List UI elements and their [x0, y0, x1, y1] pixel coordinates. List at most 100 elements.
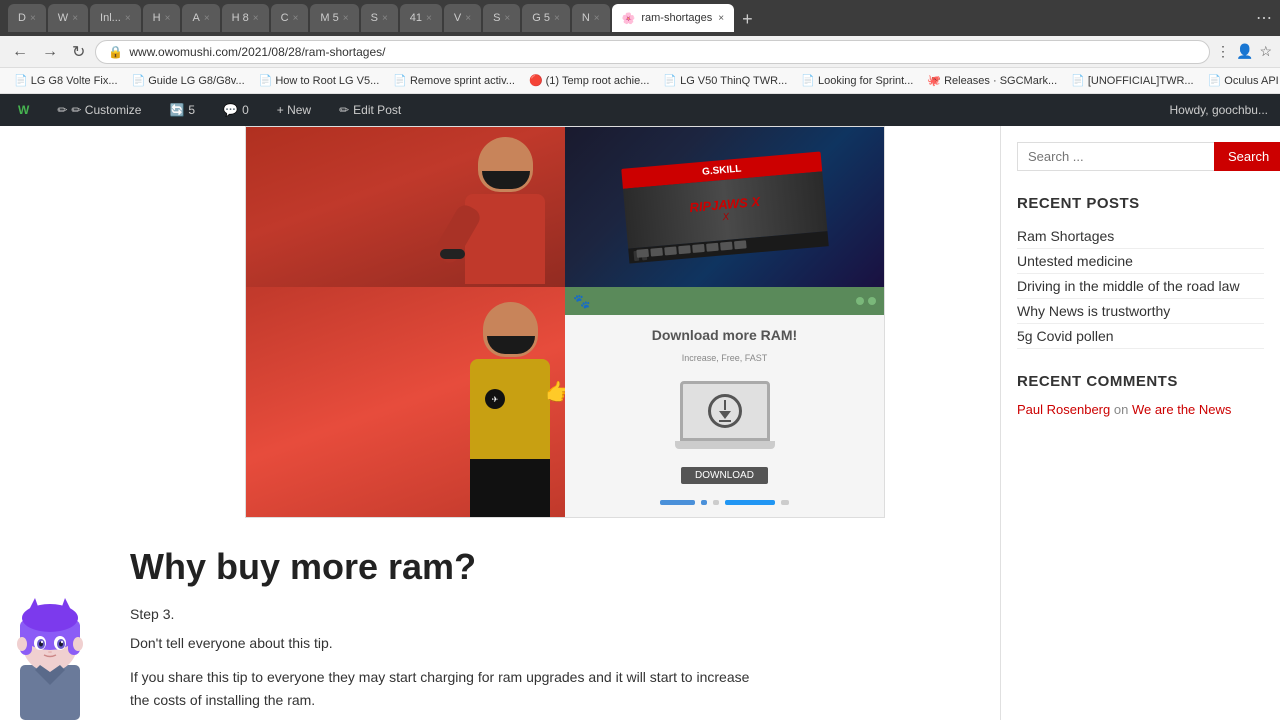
extensions-icon[interactable]: ⋮: [1216, 43, 1230, 60]
main-content: G.SKILL RIPJAWS X X: [0, 126, 1000, 720]
site-body: Download more RAM! Increase, Free, FAST: [565, 315, 884, 517]
back-button[interactable]: ←: [8, 41, 32, 63]
tab-active-ram[interactable]: 🌸 ram-shortages ×: [612, 4, 734, 32]
search-button[interactable]: Search: [1214, 142, 1280, 171]
minimize-icon[interactable]: ⋯: [1256, 8, 1272, 28]
tab-inl[interactable]: Inl...×: [90, 4, 141, 32]
article-para2: If you share this tip to everyone they m…: [130, 666, 770, 711]
article-step: Step 3.: [130, 606, 780, 622]
avatar-container: [0, 590, 100, 720]
recent-post-4[interactable]: 5g Covid pollen: [1017, 324, 1264, 349]
comment-author-0[interactable]: Paul Rosenberg: [1017, 402, 1110, 417]
site-header-bar: 🐾: [565, 287, 884, 315]
wp-new-item[interactable]: + New: [271, 94, 317, 126]
wp-comments-item[interactable]: 💬 0: [217, 94, 255, 126]
edit-icon: ✏: [339, 103, 349, 117]
wp-howdy-label: Howdy, goochbu...: [1169, 103, 1268, 117]
tab-h1[interactable]: H×: [143, 4, 181, 32]
wp-logo-icon: W: [18, 103, 29, 117]
wp-customize-item[interactable]: ✏ ✏ Customize: [51, 94, 147, 126]
lock-icon: 🔒: [108, 45, 123, 59]
sidebar: Search RECENT POSTS Ram Shortages Untest…: [1000, 126, 1280, 720]
site-header-dots: [856, 297, 876, 305]
download-ram-website: 🐾 Download more RAM! Increase, Free, FAS…: [565, 287, 884, 517]
customize-icon: ✏: [57, 103, 67, 117]
reload-button[interactable]: ↻: [68, 40, 89, 64]
bookmark-root-lg[interactable]: 📄How to Root LG V5...: [253, 72, 386, 89]
meme-grid: G.SKILL RIPJAWS X X: [245, 126, 885, 518]
tab-g5[interactable]: G 5×: [522, 4, 570, 32]
comment-on-0: on: [1114, 402, 1132, 417]
bookmark-releases-sgc[interactable]: 🐙Releases · SGCMark...: [921, 72, 1063, 89]
recent-posts-section: RECENT POSTS Ram Shortages Untested medi…: [1017, 195, 1264, 349]
comment-post-0[interactable]: We are the News: [1132, 402, 1231, 417]
bookmark-v50[interactable]: 📄LG V50 ThinQ TWR...: [657, 72, 793, 89]
comments-icon: 💬: [223, 103, 238, 117]
recent-comments-section: RECENT COMMENTS Paul Rosenberg on We are…: [1017, 373, 1264, 417]
address-bar[interactable]: 🔒 www.owomushi.com/2021/08/28/ram-shorta…: [95, 40, 1210, 64]
tabs-row: D× W× Inl...× H× A× H 8× C× M 5× S× 41× …: [8, 4, 1252, 32]
tab-a[interactable]: A×: [182, 4, 219, 32]
tab-s[interactable]: S×: [361, 4, 398, 32]
tab-n[interactable]: N×: [572, 4, 610, 32]
bookmark-oculus[interactable]: 📄Oculus API App Ver...: [1202, 72, 1280, 89]
customize-label: ✏ Customize: [71, 103, 141, 117]
bookmark-lg-g8-volte[interactable]: 📄LG G8 Volte Fix...: [8, 72, 124, 89]
avatar-svg: [0, 590, 100, 720]
profile-icon[interactable]: 👤: [1236, 43, 1253, 60]
url-display: www.owomushi.com/2021/08/28/ram-shortage…: [129, 45, 385, 59]
search-widget: Search: [1017, 142, 1264, 171]
page-wrapper: G.SKILL RIPJAWS X X: [0, 126, 1280, 720]
recent-post-2[interactable]: Driving in the middle of the road law: [1017, 274, 1264, 299]
meme-container: G.SKILL RIPJAWS X X: [0, 126, 1000, 518]
article-para1: Don't tell everyone about this tip.: [130, 632, 780, 654]
ram-brand-label: G.SKILL: [701, 162, 741, 176]
bookmark-unofficial-twr[interactable]: 📄[UNOFFICIAL]TWR...: [1065, 72, 1199, 89]
site-dot-2: [868, 297, 876, 305]
browser-chrome: D× W× Inl...× H× A× H 8× C× M 5× S× 41× …: [0, 0, 1280, 36]
article-content: Why buy more ram? Step 3. Don't tell eve…: [0, 546, 780, 720]
bookmark-looking-sprint[interactable]: 📄Looking for Sprint...: [795, 72, 919, 89]
tab-ms[interactable]: M 5×: [310, 4, 358, 32]
download-site-subtitle: Increase, Free, FAST: [682, 353, 768, 363]
meme-top-left: [246, 127, 565, 287]
bookmark-icon-1: 📄: [14, 74, 28, 87]
avatar: [0, 590, 100, 720]
recent-post-3[interactable]: Why News is trustworthy: [1017, 299, 1264, 324]
download-site-title: Download more RAM!: [652, 327, 797, 343]
recent-post-1[interactable]: Untested medicine: [1017, 249, 1264, 274]
updates-icon: 🔄: [169, 103, 184, 117]
bookmarks-bar: 📄LG G8 Volte Fix... 📄Guide LG G8/G8v... …: [0, 68, 1280, 94]
bookmark-sprint[interactable]: 📄Remove sprint activ...: [387, 72, 521, 89]
tab-w[interactable]: W×: [48, 4, 88, 32]
tab-h8[interactable]: H 8×: [222, 4, 269, 32]
site-dot-1: [856, 297, 864, 305]
tab-c[interactable]: C×: [271, 4, 309, 32]
wp-updates-item[interactable]: 🔄 5: [163, 94, 201, 126]
site-logo-icon: 🐾: [573, 293, 590, 310]
recent-posts-title: RECENT POSTS: [1017, 195, 1264, 212]
browser-controls: ⋯: [1256, 8, 1272, 28]
comment-entry-0: Paul Rosenberg on We are the News: [1017, 402, 1264, 417]
meme-bottom-left: 👉 ✈: [246, 287, 565, 517]
meme-top-right: G.SKILL RIPJAWS X X: [565, 127, 884, 287]
wp-logo-item[interactable]: W: [12, 94, 35, 126]
recent-post-0[interactable]: Ram Shortages: [1017, 224, 1264, 249]
tab-v[interactable]: V×: [444, 4, 481, 32]
download-button[interactable]: DOWNLOAD: [681, 467, 768, 484]
laptop-icon: [675, 381, 775, 449]
recent-comments-title: RECENT COMMENTS: [1017, 373, 1264, 390]
new-tab-button[interactable]: +: [736, 7, 759, 32]
tab-d[interactable]: D×: [8, 4, 46, 32]
progress-bars: [660, 500, 789, 505]
bookmark-temp-root[interactable]: 🔴(1) Temp root achie...: [523, 72, 655, 89]
bookmark-icon[interactable]: ☆: [1259, 43, 1272, 60]
wp-edit-post-item[interactable]: ✏ Edit Post: [333, 94, 407, 126]
tab-s2[interactable]: S×: [483, 4, 520, 32]
forward-button[interactable]: →: [38, 41, 62, 63]
tab-41[interactable]: 41×: [400, 4, 442, 32]
wp-admin-bar: W ✏ ✏ Customize 🔄 5 💬 0 + New ✏ Edit Pos…: [0, 94, 1280, 126]
bookmark-guide-lg[interactable]: 📄Guide LG G8/G8v...: [126, 72, 251, 89]
meme-bottom-right: 🐾 Download more RAM! Increase, Free, FAS…: [565, 287, 884, 517]
search-input[interactable]: [1017, 142, 1214, 171]
